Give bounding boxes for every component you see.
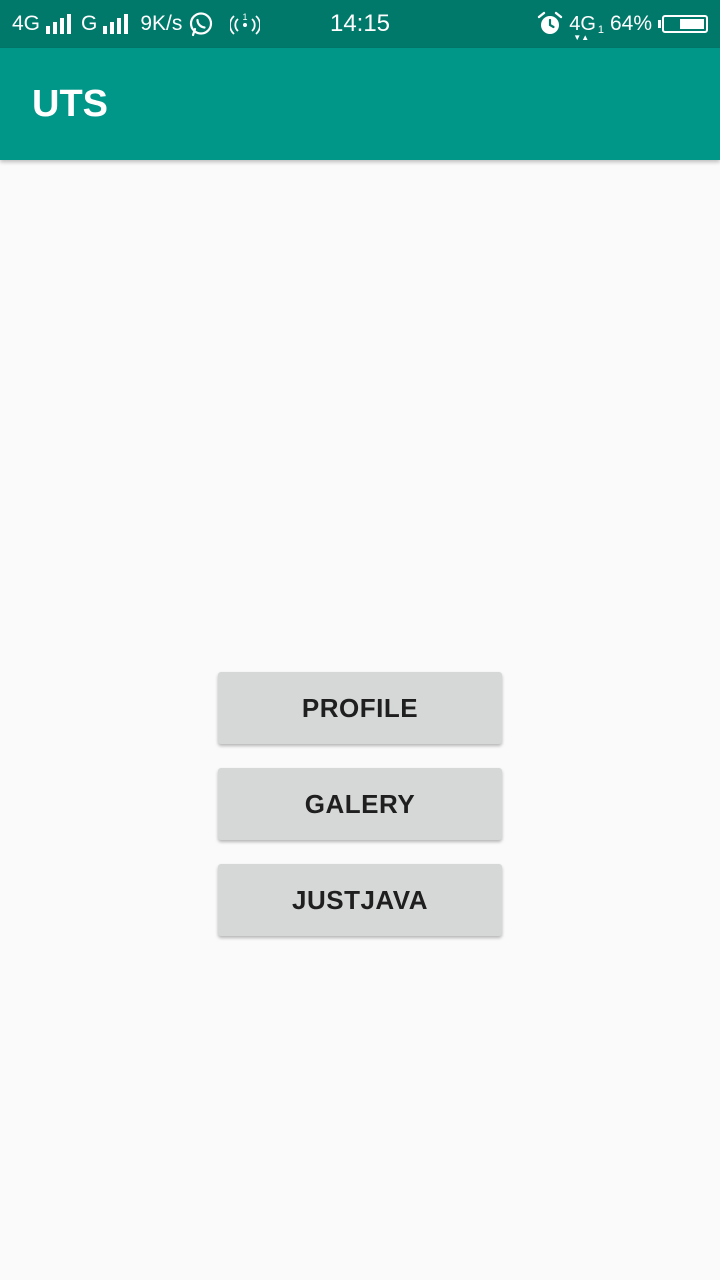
app-title: UTS xyxy=(32,82,108,125)
status-bar-right: 4G 1 ▼▲ 64% xyxy=(537,0,708,48)
app-bar: UTS xyxy=(0,48,720,160)
sim-index: 1 xyxy=(597,24,604,36)
galery-button[interactable]: GALERY xyxy=(218,768,502,840)
mobile-data-icon: 4G 1 ▼▲ xyxy=(569,13,604,42)
battery-fill xyxy=(680,19,704,29)
profile-button[interactable]: PROFILE xyxy=(218,672,502,744)
clock: 14:15 xyxy=(329,10,391,37)
alarm-icon xyxy=(537,11,563,37)
network-type-label-3: 4G xyxy=(569,13,596,35)
data-arrows-icon: ▼▲ xyxy=(573,33,590,42)
status-bar: 4G G 9K/s 1 14:15 4G 1 ▼▲ 64% xyxy=(0,0,720,48)
battery-icon xyxy=(658,15,708,33)
justjava-button[interactable]: JUSTJAVA xyxy=(218,864,502,936)
battery-percent: 64% xyxy=(609,12,652,35)
